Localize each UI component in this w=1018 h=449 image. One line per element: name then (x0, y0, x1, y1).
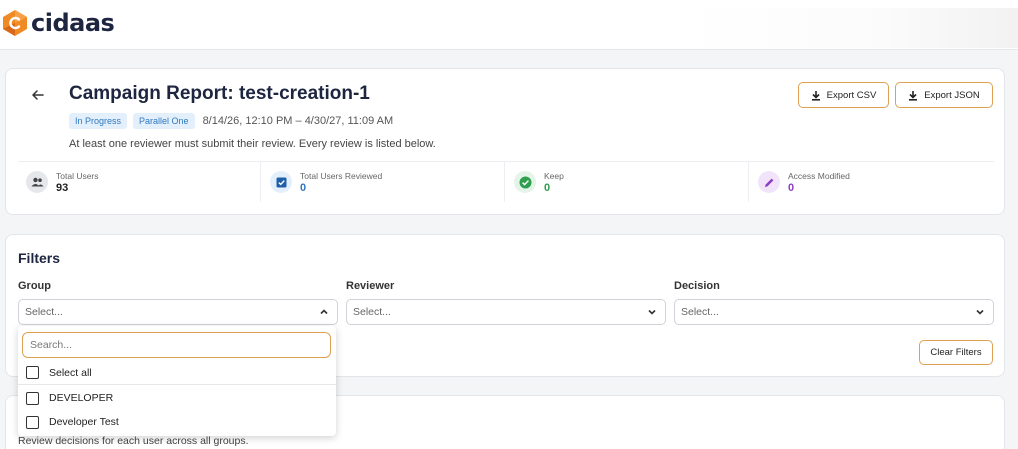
campaign-report-card: Campaign Report: test-creation-1 In Prog… (5, 68, 1005, 215)
list-item[interactable]: Developer Test (18, 410, 336, 434)
option-label: Select all (49, 366, 92, 379)
stat-total-users: Total Users 93 (26, 162, 99, 202)
export-csv-label: Export CSV (826, 89, 877, 101)
top-bar: cidaas (0, 0, 1018, 50)
option-label: Developer Test (49, 416, 119, 428)
list-item[interactable]: DEVELOPER (18, 386, 336, 410)
decision-select[interactable]: Select... (674, 299, 994, 325)
check-square-icon (270, 171, 292, 193)
stat-separator (260, 162, 261, 202)
report-tags: In Progress Parallel One 8/14/26, 12:10 … (69, 113, 393, 129)
stat-access-modified: Access Modified 0 (758, 162, 850, 202)
group-select-value: Select... (25, 306, 63, 318)
checkbox[interactable] (26, 366, 39, 379)
date-range: 8/14/26, 12:10 PM – 4/30/27, 11:09 AM (202, 115, 394, 127)
type-badge: Parallel One (133, 113, 195, 129)
brand-logo[interactable]: cidaas (0, 8, 115, 38)
clear-filters-button[interactable]: Clear Filters (919, 340, 993, 365)
download-icon (811, 90, 820, 101)
stat-separator (504, 162, 505, 202)
stat-total-users-reviewed: Total Users Reviewed 0 (270, 162, 382, 202)
pencil-icon (758, 171, 780, 193)
stat-value: 0 (788, 181, 795, 194)
export-json-button[interactable]: Export JSON (895, 82, 993, 108)
stat-keep: Keep 0 (514, 162, 564, 202)
brand-name: cidaas (31, 9, 115, 37)
group-dropdown-menu: Select all DEVELOPER Developer Test (18, 326, 336, 436)
decision-filter-label: Decision (674, 280, 720, 292)
download-icon (909, 90, 918, 101)
reviewer-filter-label: Reviewer (346, 280, 395, 292)
check-circle-icon (514, 171, 536, 193)
filters-title: Filters (18, 250, 61, 266)
stat-label: Total Users Reviewed (300, 170, 383, 181)
chevron-down-icon (976, 309, 984, 315)
cidaas-logo-icon (3, 10, 27, 36)
stat-value: 93 (56, 181, 69, 194)
export-csv-button[interactable]: Export CSV (798, 82, 889, 108)
users-icon (26, 171, 48, 193)
decision-select-value: Select... (681, 306, 719, 318)
chevron-up-icon (320, 309, 328, 315)
stat-label: Keep (544, 170, 564, 181)
group-search-input[interactable] (22, 332, 331, 358)
reviewer-select[interactable]: Select... (346, 299, 666, 325)
chevron-down-icon (648, 309, 656, 315)
stat-separator (748, 162, 749, 202)
stat-label: Total Users (56, 170, 99, 181)
checkbox[interactable] (26, 391, 39, 405)
status-badge: In Progress (69, 113, 128, 129)
group-select[interactable]: Select... (18, 299, 338, 325)
decisions-subtitle: Review decisions for each user across al… (18, 435, 249, 447)
select-all-option[interactable]: Select all (18, 361, 336, 385)
page-title: Campaign Report: test-creation-1 (69, 83, 370, 104)
stat-value: 0 (300, 181, 307, 194)
export-json-label: Export JSON (924, 89, 980, 101)
report-description: At least one reviewer must submit their … (69, 138, 436, 150)
reviewer-select-value: Select... (353, 306, 391, 318)
checkbox[interactable] (26, 415, 39, 429)
topbar-user-area (686, 8, 1018, 48)
stat-value: 0 (544, 181, 551, 194)
group-filter-label: Group (18, 280, 51, 292)
stat-label: Access Modified (788, 170, 850, 181)
option-label: DEVELOPER (49, 392, 114, 404)
back-arrow-icon[interactable] (30, 87, 46, 103)
